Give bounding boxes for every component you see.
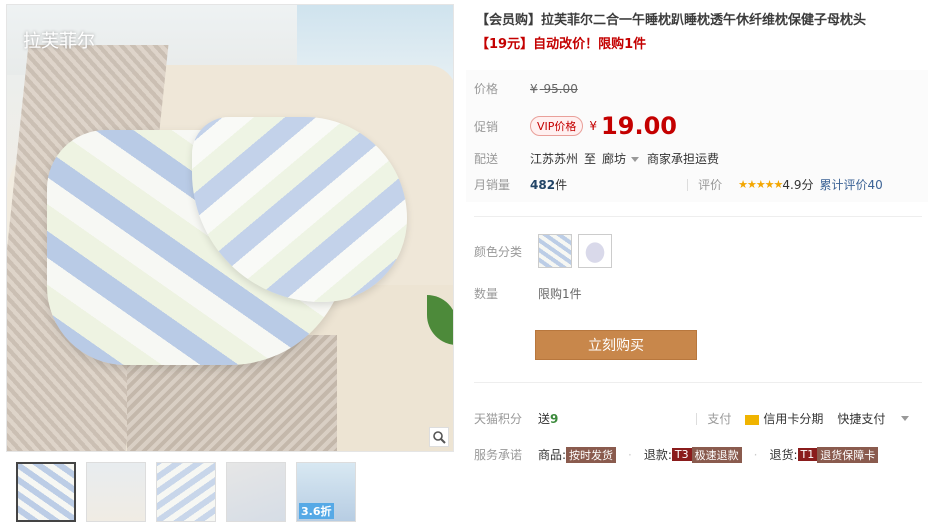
payment-label: 支付 <box>707 412 732 426</box>
credit-card-icon <box>745 414 760 425</box>
product-photo <box>7 5 453 451</box>
thumbnail-strip: 3.6折 <box>16 462 356 522</box>
fast-refund-tag[interactable]: 极速退款 <box>691 446 742 463</box>
payment-dropdown-icon[interactable] <box>901 416 910 421</box>
delivery-label: 配送 <box>474 152 499 166</box>
price-panel: 价格 ¥ 95.00 促销 VIP价格 ¥ 19.00 配送 江苏苏州 至 廊坊… <box>466 70 928 202</box>
chevron-down-icon <box>631 157 640 162</box>
main-product-image[interactable]: 拉芙菲尔 <box>6 4 454 452</box>
promo-label: 促销 <box>474 119 499 134</box>
quantity-limit: 限购1件 <box>538 287 582 301</box>
rating-label: 评价 <box>698 178 723 192</box>
points-label: 天猫积分 <box>474 412 523 426</box>
credit-card-installment[interactable]: 信用卡分期 <box>745 410 823 427</box>
original-price: ¥ 95.00 <box>530 81 578 96</box>
star-rating-icon: ★★★★★ <box>738 178 783 191</box>
thumbnail-3[interactable] <box>156 462 216 522</box>
price-label: 价格 <box>474 82 499 96</box>
thumbnail-2[interactable] <box>86 462 146 522</box>
points-value: 9 <box>550 411 559 426</box>
discount-badge: 3.6折 <box>299 503 334 519</box>
quantity-label: 数量 <box>474 287 499 301</box>
delivery-destination-select[interactable]: 廊坊 <box>602 150 647 167</box>
thumbnail-5[interactable]: 3.6折 <box>296 462 356 522</box>
zoom-icon[interactable] <box>429 427 449 447</box>
quick-pay[interactable]: 快捷支付 <box>837 410 885 427</box>
service-label: 服务承诺 <box>474 448 523 462</box>
monthly-sales-label: 月销量 <box>474 178 511 192</box>
thumbnail-1[interactable] <box>16 462 76 522</box>
brand-logo: 拉芙菲尔 <box>23 31 95 52</box>
delivery-from: 江苏苏州 <box>530 152 579 166</box>
vip-price-tag: VIP价格 <box>530 116 584 136</box>
product-subtitle: 【19元】自动改价！限购1件 <box>476 37 647 52</box>
shipping-info: 商家承担运费 <box>647 152 720 166</box>
rating-score: 4.9分 <box>782 178 814 192</box>
promo-price: 19.00 <box>601 112 677 140</box>
sales-count: 482 <box>530 177 556 192</box>
thumbnail-4[interactable] <box>226 462 286 522</box>
on-time-shipping-tag[interactable]: 按时发货 <box>566 446 617 463</box>
color-option-1[interactable] <box>538 234 572 268</box>
reviews-link[interactable]: 累计评价40 <box>820 176 883 193</box>
buy-now-button[interactable]: 立刻购买 <box>535 330 697 360</box>
color-label: 颜色分类 <box>474 244 523 259</box>
product-title: 【会员购】拉芙菲尔二合一午睡枕趴睡枕透午休纤维枕保健子母枕头 <box>476 13 867 28</box>
color-option-2[interactable] <box>578 234 612 268</box>
return-guarantee-tag[interactable]: 退货保障卡 <box>817 446 879 463</box>
